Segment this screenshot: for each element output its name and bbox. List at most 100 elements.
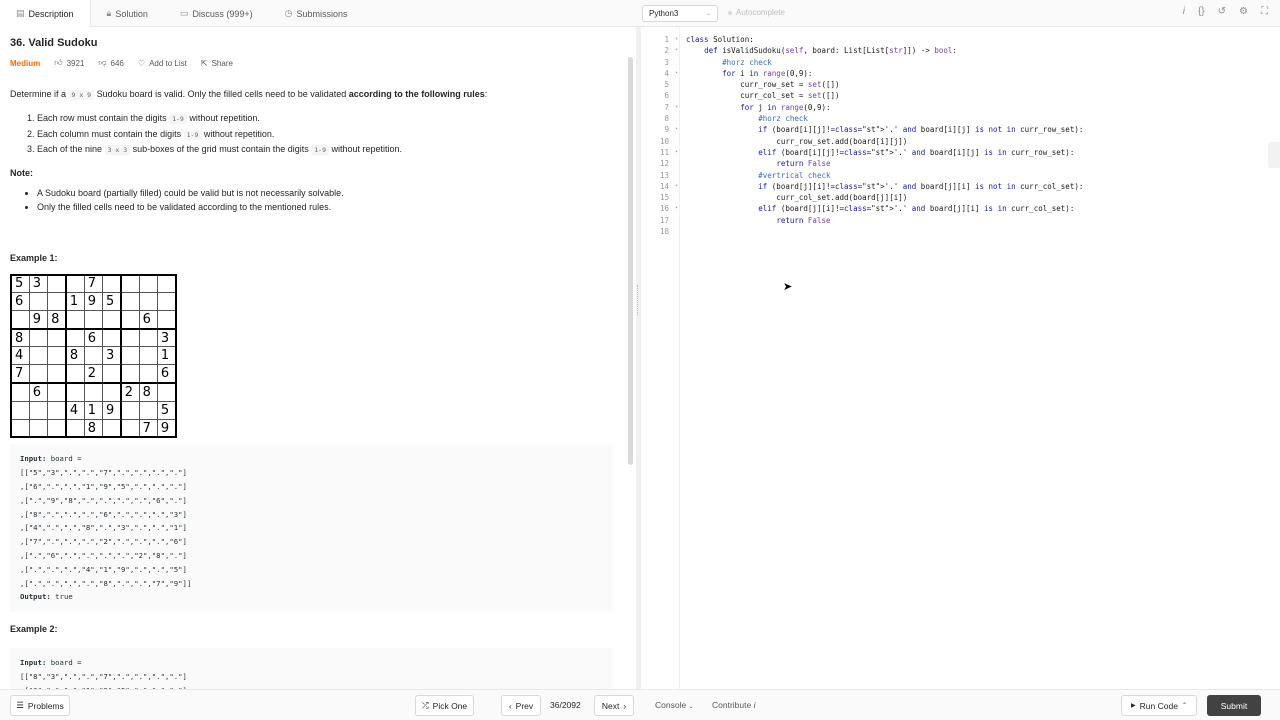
fold-arrow-icon[interactable]: ▾: [675, 181, 678, 192]
sudoku-cell: [101, 382, 122, 402]
next-button[interactable]: Next ›: [594, 695, 634, 716]
line-number: 14 ▾: [659, 181, 678, 192]
page-indicator: 36/2092: [550, 700, 581, 710]
language-select[interactable]: Python3 ⌄: [642, 5, 718, 22]
inline-code: 1-9: [183, 129, 202, 140]
tab-solution[interactable]: 🔒︎ Solution: [91, 0, 164, 27]
sudoku-row: 6 28: [10, 382, 177, 402]
chevron-down-icon: ⌄: [705, 11, 711, 17]
rule-text: without repetition.: [201, 128, 275, 139]
fold-arrow-icon[interactable]: ▾: [675, 68, 678, 79]
code-line: return False: [776, 159, 831, 169]
sudoku-cell: [101, 328, 122, 348]
code-line: for i in range(0,9):: [722, 68, 813, 78]
sudoku-cell: [28, 418, 49, 438]
sudoku-row: 419 5: [10, 400, 177, 420]
problems-button[interactable]: ☰ Problems: [10, 695, 70, 716]
line-number: 7 ▾: [664, 102, 678, 113]
fullscreen-icon[interactable]: ⛶: [1261, 6, 1268, 17]
side-panel-tab[interactable]: [1268, 142, 1280, 168]
fold-arrow-icon[interactable]: ▾: [675, 124, 678, 135]
example-row: ,["7",".",".",".","2",".",".",".","6"]: [20, 537, 187, 547]
code-line: curr_row_set.add(board[i][j]): [686, 136, 908, 146]
sudoku-cell: [83, 346, 103, 366]
code-editor[interactable]: 1 ▾ 2 ▾ 3 4 ▾ 5 6 7 ▾ 8 9 ▾ 10 11 ▾ 12 13 14 ▾ 15 16 ▾ 17 18 clas…: [641, 27, 1280, 689]
code-area[interactable]: class Solution: def isValidSudoku(self, …: [686, 34, 1083, 237]
sudoku-cell: [138, 346, 158, 366]
tab-discuss[interactable]: ▭ Discuss (999+): [164, 0, 269, 27]
sudoku-cell: 6: [83, 328, 103, 348]
run-code-button[interactable]: ▶ Run Code ⌃: [1121, 695, 1197, 716]
sudoku-cell: [120, 328, 140, 348]
code-line: curr_row_set = set([]): [686, 80, 840, 90]
line-number: 16 ▾: [659, 203, 678, 214]
sudoku-cell: [47, 273, 67, 294]
example-row: [["5","3",".",".","7",".",".",".","."]: [20, 468, 187, 478]
contribute-label: Contribute: [712, 700, 752, 710]
info-icon: i: [753, 700, 756, 710]
add-to-list-button[interactable]: ♡ Add to List: [138, 59, 187, 68]
autocomplete-toggle[interactable]: Autocomplete: [728, 8, 785, 17]
sudoku-cell: [65, 328, 85, 348]
info-icon[interactable]: i: [1183, 6, 1185, 17]
fold-arrow-icon[interactable]: ▾: [675, 147, 678, 158]
code-line: #horz check: [686, 57, 772, 67]
settings-icon[interactable]: ⚙: [1239, 6, 1248, 17]
fold-arrow-icon[interactable]: ▾: [675, 102, 678, 113]
dislike-button[interactable]: 👎︎ 646: [98, 58, 123, 68]
tab-label: Discuss (999+): [192, 8, 253, 19]
reset-icon[interactable]: ↺: [1218, 6, 1226, 17]
code-line: if (board[i][j]!=class="st">'.' and boar…: [758, 125, 1084, 135]
difficulty-badge: Medium: [10, 58, 41, 68]
example-row: ,[".","9","8",".",".",".",".","6","."]: [20, 495, 187, 505]
code-line: elif (board[i][j]!=class="st">'.' and bo…: [758, 147, 1075, 157]
sudoku-cell: [138, 328, 158, 348]
notes-list: A Sudoku board (partially filled) could …: [37, 186, 616, 215]
sudoku-row: 8 79: [10, 418, 177, 438]
tab-description[interactable]: ▤ Description: [0, 0, 91, 27]
sudoku-cell: 3: [156, 328, 177, 348]
sudoku-row: 8 6 3: [10, 328, 177, 348]
sudoku-cell: 6: [138, 310, 158, 330]
fold-arrow-icon[interactable]: ▾: [675, 203, 678, 214]
share-button[interactable]: ⇱ Share: [201, 59, 233, 68]
tab-submissions[interactable]: ◷ Submissions: [269, 0, 364, 27]
example-row: ,[".",".",".","4","1","9",".",".","5"]: [20, 564, 187, 574]
problem-meta: Medium 👍︎ 3921 👎︎ 646 ♡ Add to List ⇱ Share: [10, 58, 616, 68]
sudoku-cell: 9: [83, 292, 103, 312]
intro-bold: according to the following rules: [348, 89, 485, 99]
sudoku-cell: [28, 400, 49, 420]
submit-button[interactable]: Submit: [1207, 695, 1261, 716]
code-line: #horz check: [686, 114, 808, 124]
prev-button[interactable]: ‹ Prev: [501, 695, 541, 716]
braces-icon[interactable]: {}: [1198, 6, 1205, 17]
fold-arrow-icon[interactable]: ▾: [675, 45, 678, 56]
line-number: 1 ▾: [664, 34, 678, 45]
thumbs-up-icon: 👍︎: [54, 58, 63, 67]
sudoku-cell: 2: [120, 382, 140, 402]
line-number: 18: [659, 227, 669, 237]
like-button[interactable]: 👍︎ 3921: [54, 58, 84, 68]
contribute-link[interactable]: Contribute i: [712, 700, 755, 710]
fold-arrow-icon[interactable]: ▾: [675, 34, 678, 45]
sudoku-cell: [28, 292, 49, 312]
sudoku-cell: [120, 400, 140, 420]
sudoku-cell: [47, 292, 67, 312]
language-value: Python3: [649, 9, 679, 18]
prev-label: Prev: [515, 700, 534, 711]
autocomplete-label: Autocomplete: [736, 8, 785, 17]
chevron-up-icon: ⌃: [1181, 703, 1187, 709]
list-icon: ☰: [16, 700, 24, 710]
console-toggle[interactable]: Console ⌄: [655, 700, 694, 710]
note-item: Only the filled cells need to be validat…: [37, 200, 616, 215]
pick-one-button[interactable]: ⤮ Pick One: [415, 695, 474, 716]
share-label: Share: [211, 58, 233, 68]
sudoku-cell: [120, 310, 140, 330]
description-scrollbar[interactable]: [628, 57, 633, 465]
sudoku-cell: 6: [10, 292, 30, 312]
rule-text: Each row must contain the digits: [37, 113, 170, 123]
output-label: Output:: [20, 592, 51, 602]
sudoku-cell: [156, 292, 177, 312]
example-1-block: Input: board = [["5","3",".",".","7","."…: [10, 444, 613, 613]
sudoku-cell: 1: [65, 292, 85, 312]
